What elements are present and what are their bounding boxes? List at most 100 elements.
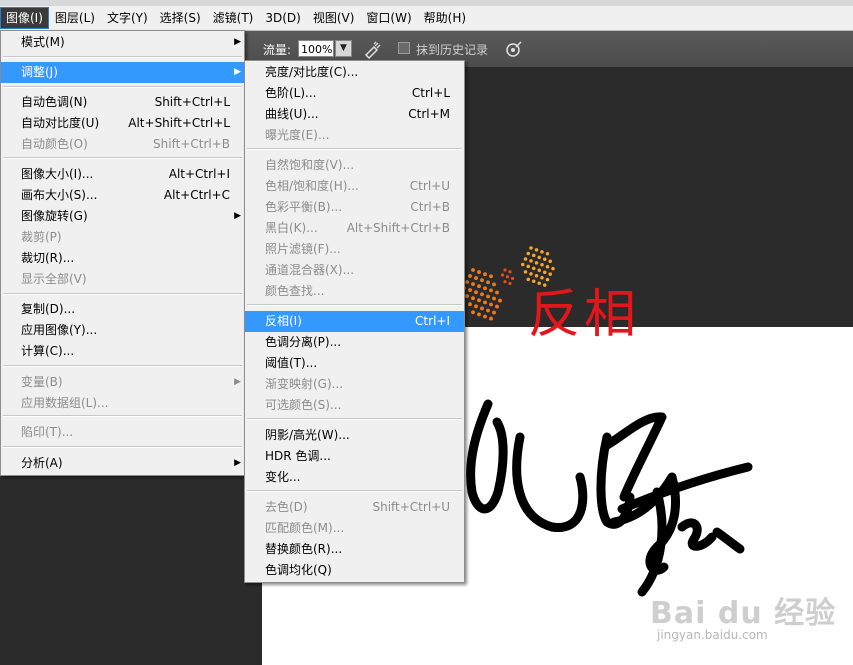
- chevron-right-icon: ▶: [234, 67, 241, 77]
- adjust_menu-item-12[interactable]: 色调分离(P)...: [245, 332, 464, 353]
- adjust_menu-item-label: 可选颜色(S)...: [265, 398, 342, 412]
- image_menu-item-13[interactable]: 计算(C)...: [1, 341, 244, 362]
- image_menu-item-6[interactable]: 画布大小(S)... Alt+Ctrl+C: [1, 185, 244, 206]
- menu-select[interactable]: 选择(S): [154, 7, 207, 29]
- image_menu-item-shortcut: Alt+Ctrl+C: [163, 188, 230, 202]
- image_menu-item-16[interactable]: 陷印(T)...: [1, 422, 244, 443]
- image_menu-item-shortcut: Alt+Ctrl+I: [168, 167, 230, 181]
- adjust_menu-item-label: 替换颜色(R)...: [265, 542, 343, 556]
- adjust_menu-item-13[interactable]: 阈值(T)...: [245, 353, 464, 374]
- menu-type[interactable]: 文字(Y): [101, 7, 154, 29]
- image-menu: 模式(M) ▶ 调整(J) ▶ 自动色调(N) Shift+Ctrl+L 自动对比度(U) A…: [0, 30, 245, 476]
- chevron-down-icon: ▼: [340, 43, 347, 53]
- menu-window[interactable]: 窗口(W): [360, 7, 417, 29]
- adjust_menu-item-9[interactable]: 通道混合器(X)...: [245, 260, 464, 281]
- menu-filter[interactable]: 滤镜(T): [207, 7, 260, 29]
- image_menu-item-10[interactable]: 显示全部(V): [1, 269, 244, 290]
- image_menu-item-11[interactable]: 复制(D)...: [1, 299, 244, 320]
- adjust_menu-item-8[interactable]: 照片滤镜(F)...: [245, 239, 464, 260]
- image_menu-item-shortcut: Alt+Shift+Ctrl+L: [128, 116, 230, 130]
- image_menu-item-0[interactable]: 模式(M) ▶: [1, 32, 244, 53]
- flow-label: 流量:: [263, 43, 292, 57]
- image_menu-item-label: 图像大小(I)...: [21, 167, 94, 181]
- adjust_menu-item-16[interactable]: 阴影/高光(W)...: [245, 425, 464, 446]
- menu-layer[interactable]: 图层(L): [49, 7, 101, 29]
- adjust_menu-item-17[interactable]: HDR 色调...: [245, 446, 464, 467]
- adjust_menu-item-label: 阴影/高光(W)...: [265, 428, 350, 442]
- adjust_menu-item-label: 照片滤镜(F)...: [265, 242, 341, 256]
- menu-3d[interactable]: 3D(D): [259, 7, 306, 29]
- pressure-icon[interactable]: [504, 39, 524, 59]
- image_menu-item-15[interactable]: 应用数据组(L)...: [1, 393, 244, 414]
- adjust-submenu: 亮度/对比度(C)... 色阶(L)... Ctrl+L 曲线(U)... Ctrl+M…: [244, 60, 465, 583]
- image_menu-item-8[interactable]: 裁剪(P): [1, 227, 244, 248]
- flow-input[interactable]: 100%: [298, 40, 334, 57]
- image_menu-item-7[interactable]: 图像旋转(G) ▶: [1, 206, 244, 227]
- adjust_menu-item-shortcut: Ctrl+U: [409, 179, 450, 193]
- menu-help[interactable]: 帮助(H): [418, 7, 472, 29]
- adjust_menu-item-10[interactable]: 颜色查找...: [245, 281, 464, 302]
- adjust_menu-item-20[interactable]: 匹配颜色(M)...: [245, 518, 464, 539]
- adjust_menu-item-21[interactable]: 替换颜色(R)...: [245, 539, 464, 560]
- adjust_menu-item-14[interactable]: 渐变映射(G)...: [245, 374, 464, 395]
- chevron-right-icon: ▶: [234, 37, 241, 47]
- adjust_menu-item-label: 黑白(K)...: [265, 221, 318, 235]
- image_menu-item-shortcut: Shift+Ctrl+B: [153, 137, 230, 151]
- chevron-right-icon: ▶: [234, 377, 241, 387]
- menu-view[interactable]: 视图(V): [307, 7, 361, 29]
- adjust_menu-item-7[interactable]: 黑白(K)... Alt+Shift+Ctrl+B: [245, 218, 464, 239]
- adjust_menu-item-shortcut: Ctrl+M: [408, 107, 450, 121]
- image_menu-item-5[interactable]: 图像大小(I)... Alt+Ctrl+I: [1, 164, 244, 185]
- watermark-logo: Bai du 经验: [650, 596, 837, 631]
- annotation-label: 反相: [528, 285, 641, 345]
- adjust_menu-item-18[interactable]: 变化...: [245, 467, 464, 488]
- menu-separator: [3, 56, 242, 58]
- adjust_menu-item-label: 自然饱和度(V)...: [265, 158, 355, 172]
- image_menu-item-label: 分析(A): [21, 456, 63, 470]
- adjust_menu-item-15[interactable]: 可选颜色(S)...: [245, 395, 464, 416]
- image_menu-item-label: 计算(C)...: [21, 344, 75, 358]
- erase-to-history-checkbox[interactable]: [398, 42, 410, 54]
- adjust_menu-item-label: 色调分离(P)...: [265, 335, 342, 349]
- menu-separator: [3, 86, 242, 88]
- adjust_menu-item-label: 色彩平衡(B)...: [265, 200, 343, 214]
- menu-separator: [3, 293, 242, 295]
- adjust_menu-item-19[interactable]: 去色(D) Shift+Ctrl+U: [245, 497, 464, 518]
- image_menu-item-label: 自动对比度(U): [21, 116, 100, 130]
- image_menu-item-1[interactable]: 调整(J) ▶: [1, 62, 244, 83]
- image_menu-item-label: 应用数据组(L)...: [21, 396, 109, 410]
- menu-image[interactable]: 图像(I): [0, 7, 49, 29]
- adjust_menu-item-2[interactable]: 曲线(U)... Ctrl+M: [245, 104, 464, 125]
- adjust_menu-item-22[interactable]: 色调均化(Q): [245, 560, 464, 581]
- image_menu-item-label: 模式(M): [21, 35, 65, 49]
- adjust_menu-item-1[interactable]: 色阶(L)... Ctrl+L: [245, 83, 464, 104]
- adjust_menu-item-0[interactable]: 亮度/对比度(C)...: [245, 62, 464, 83]
- adjust_menu-item-label: 变化...: [265, 470, 301, 484]
- adjust_menu-item-label: 色阶(L)...: [265, 86, 317, 100]
- image_menu-item-label: 画布大小(S)...: [21, 188, 98, 202]
- image_menu-item-14[interactable]: 变量(B) ▶: [1, 372, 244, 393]
- menu-separator: [247, 304, 462, 306]
- adjust_menu-item-shortcut: Shift+Ctrl+U: [372, 500, 450, 514]
- adjust_menu-item-11[interactable]: 反相(I) Ctrl+I: [245, 311, 464, 332]
- adjust_menu-item-5[interactable]: 色相/饱和度(H)... Ctrl+U: [245, 176, 464, 197]
- image_menu-item-12[interactable]: 应用图像(Y)...: [1, 320, 244, 341]
- menu-separator: [3, 365, 242, 367]
- erase-to-history-label: 抹到历史记录: [416, 43, 489, 57]
- adjust_menu-item-3[interactable]: 曝光度(E)...: [245, 125, 464, 146]
- adjust_menu-item-shortcut: Ctrl+L: [411, 86, 450, 100]
- adjust_menu-item-label: 色相/饱和度(H)...: [265, 179, 359, 193]
- image_menu-item-17[interactable]: 分析(A) ▶: [1, 453, 244, 474]
- image_menu-item-label: 图像旋转(G): [21, 209, 88, 223]
- image_menu-item-4[interactable]: 自动颜色(O) Shift+Ctrl+B: [1, 134, 244, 155]
- image_menu-item-9[interactable]: 裁切(R)...: [1, 248, 244, 269]
- image_menu-item-label: 复制(D)...: [21, 302, 76, 316]
- adjust_menu-item-4[interactable]: 自然饱和度(V)...: [245, 155, 464, 176]
- flow-dropdown-button[interactable]: ▼: [335, 40, 352, 57]
- adjust_menu-item-label: 反相(I): [265, 314, 302, 328]
- menu-bar: 图像(I) 图层(L) 文字(Y) 选择(S) 滤镜(T) 3D(D) 视图(V…: [0, 6, 853, 31]
- adjust_menu-item-6[interactable]: 色彩平衡(B)... Ctrl+B: [245, 197, 464, 218]
- image_menu-item-2[interactable]: 自动色调(N) Shift+Ctrl+L: [1, 92, 244, 113]
- airbrush-icon[interactable]: [363, 39, 383, 59]
- image_menu-item-3[interactable]: 自动对比度(U) Alt+Shift+Ctrl+L: [1, 113, 244, 134]
